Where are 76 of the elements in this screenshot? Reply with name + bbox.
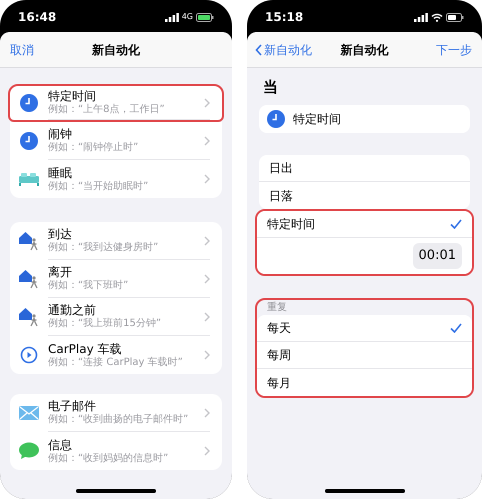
row-title: 睡眠 (48, 166, 73, 178)
option-label: 日出 (269, 160, 293, 177)
envelope-icon (19, 406, 39, 420)
trigger-row[interactable]: 信息 例如：“收到妈妈的信息时” (10, 432, 222, 470)
trigger-row[interactable]: 到达 例如：“我到达健身房时” (10, 222, 222, 260)
option-row[interactable]: 每月 (257, 369, 472, 396)
bed-icon (19, 172, 39, 186)
option-row[interactable]: 每天 (257, 315, 472, 342)
row-subtitle: 例如：“我上班前15分钟” (48, 319, 162, 329)
option-row[interactable]: 每周 (257, 342, 472, 369)
row-subtitle: 例如：“连接 CarPlay 车载时” (48, 358, 184, 368)
nav-title: 新自动化 (340, 42, 388, 58)
network-type: 4G (182, 11, 193, 23)
option-row[interactable]: 日出 (259, 155, 470, 182)
play-circle-icon (20, 346, 38, 364)
clock-icon (20, 132, 38, 150)
option-label: 特定时间 (267, 216, 315, 233)
row-title: 到达 (48, 228, 73, 240)
row-subtitle: 例如：“我下班时” (48, 281, 130, 291)
group-header: 重复 (266, 300, 288, 315)
back-button[interactable]: 新自动化 (255, 40, 312, 58)
trigger-row[interactable]: CarPlay 车载 例如：“连接 CarPlay 车载时” (10, 336, 222, 374)
trigger-row[interactable]: 特定时间 例如：“上午8点，工作日” (8, 84, 224, 122)
chevron-icon (204, 274, 210, 284)
status-time: 16:48 (18, 9, 56, 26)
chevron-icon (204, 446, 210, 456)
trigger-row[interactable]: 睡眠 例如：“当开始助眠时” (10, 160, 222, 198)
row-title: 通勤之前 (48, 304, 97, 316)
row-subtitle: 例如：“我到达健身房时” (48, 243, 160, 253)
chevron-icon (204, 98, 210, 108)
chevron-icon (204, 236, 210, 246)
trigger-row[interactable]: 通勤之前 例如：“我上班前15分钟” (10, 298, 222, 336)
trigger-label: 特定时间 (293, 111, 341, 128)
chevron-icon (204, 174, 210, 184)
battery-icon (446, 12, 464, 22)
battery-icon (196, 12, 214, 22)
next-button[interactable]: 下一步 (436, 40, 472, 58)
house-person-icon (19, 307, 39, 327)
clock-icon (267, 110, 285, 128)
time-picker[interactable]: 00:01 (412, 243, 462, 269)
speech-bubble-icon (19, 442, 39, 460)
row-title: 信息 (48, 438, 73, 450)
chevron-icon (204, 350, 210, 360)
chevron-icon (204, 136, 210, 146)
row-title: 闹钟 (48, 128, 73, 140)
trigger-row[interactable]: 电子邮件 例如：“收到曲扬的电子邮件时” (10, 394, 222, 432)
status-time: 15:18 (265, 9, 304, 26)
option-label: 每周 (267, 347, 291, 364)
option-label: 每天 (267, 320, 291, 337)
clock-icon (20, 94, 38, 112)
signal-icon (414, 12, 428, 22)
row-subtitle: 例如：“上午8点，工作日” (48, 105, 166, 115)
back-chevron-icon (255, 44, 262, 56)
chevron-icon (204, 312, 210, 322)
section-heading: 当 (263, 80, 279, 95)
option-label: 每月 (267, 374, 291, 392)
trigger-row[interactable]: 离开 例如：“我下班时” (10, 260, 222, 298)
trigger-row[interactable]: 闹钟 例如：“闹钟停止时” (10, 122, 222, 160)
row-subtitle: 例如：“闹钟停止时” (48, 143, 140, 153)
option-label: 日落 (269, 188, 293, 204)
house-person-icon (19, 269, 39, 289)
signal-icon (164, 12, 179, 22)
wifi-icon (431, 12, 443, 22)
cancel-button[interactable]: 取消 (10, 40, 34, 58)
nav-title: 新自动化 (92, 42, 140, 58)
option-row[interactable]: 日落 (259, 182, 470, 209)
row-subtitle: 例如：“当开始助眠时” (48, 182, 150, 192)
row-title: 电子邮件 (48, 400, 97, 412)
row-title: CarPlay 车载 (48, 342, 123, 354)
house-person-icon (19, 231, 39, 251)
row-subtitle: 例如：“收到妈妈的信息时” (48, 454, 170, 464)
row-title: 离开 (48, 266, 73, 278)
row-title: 特定时间 (48, 90, 97, 102)
chevron-icon (204, 408, 210, 418)
option-row[interactable]: 特定时间 (257, 211, 472, 238)
row-subtitle: 例如：“收到曲扬的电子邮件时” (48, 415, 190, 425)
